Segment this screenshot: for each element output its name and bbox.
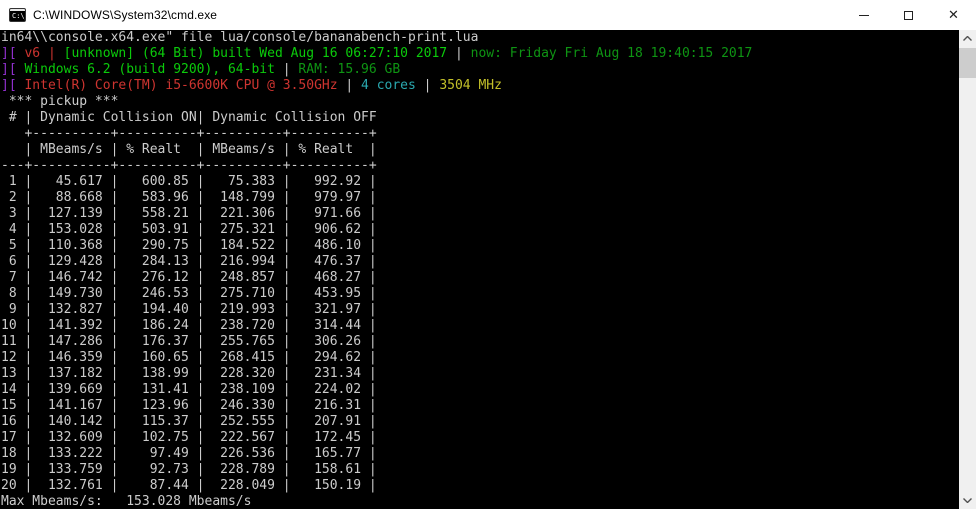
console-line: ---+----------+----------+----------+---… xyxy=(1,158,377,173)
console-line: 6 | 129.428 | 284.13 | 216.994 | 476.37 … xyxy=(1,254,377,269)
cmd-window: C:\_ C:\WINDOWS\System32\cmd.exe ✕ in64\… xyxy=(0,0,976,509)
cmd-icon-text: C:\_ xyxy=(12,12,25,20)
minimize-button[interactable] xyxy=(841,0,886,30)
console-line: 8 | 149.730 | 246.53 | 275.710 | 453.95 … xyxy=(1,286,377,301)
close-button[interactable]: ✕ xyxy=(931,0,976,30)
console-line: 15 | 141.167 | 123.96 | 246.330 | 216.31… xyxy=(1,398,377,413)
console-line: 2 | 88.668 | 583.96 | 148.799 | 979.97 | xyxy=(1,190,377,205)
console-line: 20 | 132.761 | 87.44 | 228.049 | 150.19 … xyxy=(1,478,377,493)
console-line: Max Mbeams/s: 153.028 Mbeams/s xyxy=(1,494,252,509)
console-output[interactable]: in64\\console.x64.exe" file lua/console/… xyxy=(0,30,959,509)
console-line: | MBeams/s | % Realt | MBeams/s | % Real… xyxy=(1,142,377,157)
scroll-track[interactable] xyxy=(959,47,976,492)
chevron-down-icon xyxy=(963,498,972,503)
console-line: # | Dynamic Collision ON| Dynamic Collis… xyxy=(1,110,377,125)
scroll-thumb[interactable] xyxy=(959,48,976,78)
console-line: 11 | 147.286 | 176.37 | 255.765 | 306.26… xyxy=(1,334,377,349)
console-line: 18 | 133.222 | 97.49 | 226.536 | 165.77 … xyxy=(1,446,377,461)
console-line: 4 | 153.028 | 503.91 | 275.321 | 906.62 … xyxy=(1,222,377,237)
window-controls: ✕ xyxy=(841,0,976,30)
console-line: 13 | 137.182 | 138.99 | 228.320 | 231.34… xyxy=(1,366,377,381)
cmd-icon: C:\_ xyxy=(9,8,26,22)
scroll-down-button[interactable] xyxy=(959,492,976,509)
console-line: ][ Windows 6.2 (build 9200), 64-bit | RA… xyxy=(1,62,401,77)
maximize-icon xyxy=(904,10,913,20)
maximize-button[interactable] xyxy=(886,0,931,30)
close-icon: ✕ xyxy=(948,7,959,23)
console-line: 19 | 133.759 | 92.73 | 228.789 | 158.61 … xyxy=(1,462,377,477)
title-bar[interactable]: C:\_ C:\WINDOWS\System32\cmd.exe ✕ xyxy=(0,0,976,30)
console-line: 5 | 110.368 | 290.75 | 184.522 | 486.10 … xyxy=(1,238,377,253)
console-line: 7 | 146.742 | 276.12 | 248.857 | 468.27 … xyxy=(1,270,377,285)
console-line: 16 | 140.142 | 115.37 | 252.555 | 207.91… xyxy=(1,414,377,429)
console-line: in64\\console.x64.exe" file lua/console/… xyxy=(1,30,479,45)
console-line: 14 | 139.669 | 131.41 | 238.109 | 224.02… xyxy=(1,382,377,397)
console-line: 12 | 146.359 | 160.65 | 268.415 | 294.62… xyxy=(1,350,377,365)
console-line: 1 | 45.617 | 600.85 | 75.383 | 992.92 | xyxy=(1,174,377,189)
console-line: +----------+----------+----------+------… xyxy=(1,126,377,141)
console-line: ][ v6 | [unknown] (64 Bit) built Wed Aug… xyxy=(1,46,753,61)
console-line: 10 | 141.392 | 186.24 | 238.720 | 314.44… xyxy=(1,318,377,333)
vertical-scrollbar xyxy=(959,30,976,509)
console-line: 17 | 132.609 | 102.75 | 222.567 | 172.45… xyxy=(1,430,377,445)
console-line: 9 | 132.827 | 194.40 | 219.993 | 321.97 … xyxy=(1,302,377,317)
console-area: in64\\console.x64.exe" file lua/console/… xyxy=(0,30,976,509)
chevron-up-icon xyxy=(963,36,972,41)
console-line: 3 | 127.139 | 558.21 | 221.306 | 971.66 … xyxy=(1,206,377,221)
console-line: *** pickup *** xyxy=(1,94,119,109)
window-title: C:\WINDOWS\System32\cmd.exe xyxy=(33,8,218,22)
scroll-up-button[interactable] xyxy=(959,30,976,47)
minimize-icon xyxy=(858,14,869,16)
console-line: ][ Intel(R) Core(TM) i5-6600K CPU @ 3.50… xyxy=(1,78,502,93)
